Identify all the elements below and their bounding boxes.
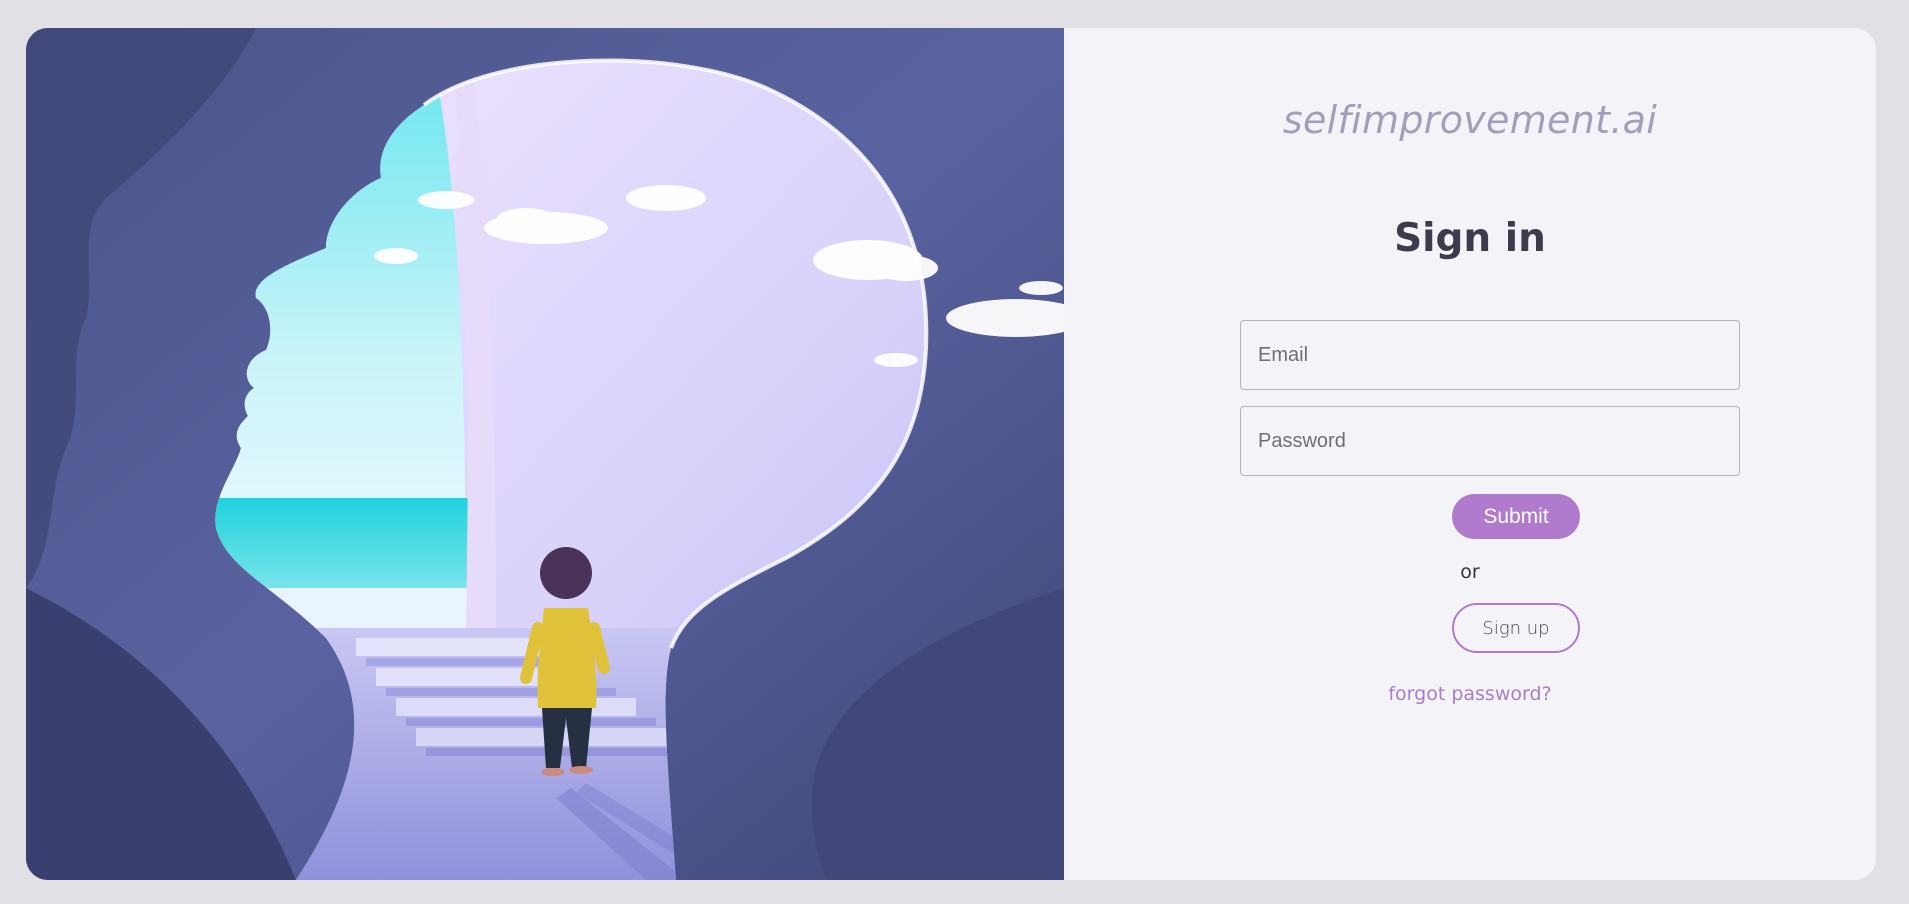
page-title: Sign in [1394, 216, 1546, 261]
forgot-password-link[interactable]: forgot password? [1064, 683, 1876, 705]
sign-in-card: selfimprovement.ai Sign in Submit or Sig… [26, 28, 1876, 880]
password-field[interactable] [1240, 406, 1740, 476]
sign-up-button[interactable]: Sign up [1452, 603, 1580, 653]
brand-logo-text: selfimprovement.ai [1282, 98, 1658, 142]
sign-in-panel: selfimprovement.ai Sign in Submit or Sig… [1064, 28, 1876, 880]
email-field[interactable] [1240, 320, 1740, 390]
submit-button[interactable]: Submit [1452, 494, 1580, 539]
hero-illustration [26, 28, 1064, 880]
or-divider-text: or [1460, 561, 1480, 583]
